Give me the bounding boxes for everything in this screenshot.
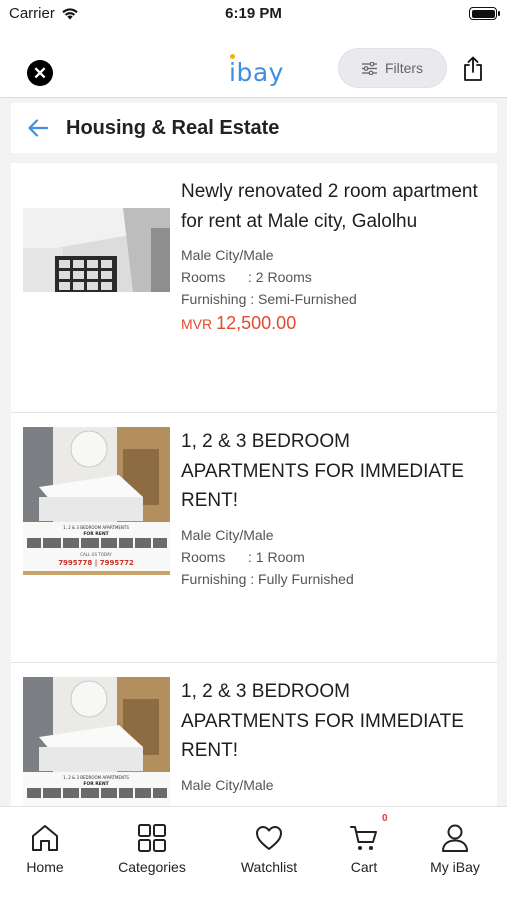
listing-card[interactable]: Newly renovated 2 room apartment for ren… — [11, 163, 497, 413]
rooms-value: : 2 Rooms — [248, 269, 312, 285]
tab-cart[interactable]: Cart — [319, 823, 409, 875]
listing-card[interactable]: 1, 2 & 3 BEDROOM APARTMENTS FOR RENT 1, … — [11, 663, 497, 806]
status-bar: Carrier 6:19 PM — [0, 0, 507, 30]
thumb-call: CALL US TODAY — [80, 552, 112, 557]
logo-text: ibay — [229, 58, 284, 87]
listing-location: Male City/Male — [181, 247, 274, 263]
grid-icon — [138, 824, 166, 852]
close-button[interactable]: ✕ — [27, 60, 53, 86]
listing-rooms: Rooms : 1 Room — [181, 546, 479, 568]
rooms-label: Rooms — [181, 269, 226, 285]
listing-rooms: Rooms : 2 Rooms — [181, 266, 479, 288]
listing-card[interactable]: 1, 2 & 3 BEDROOM APARTMENTS FOR RENT CAL… — [11, 413, 497, 663]
tab-categories-label: Categories — [118, 859, 186, 875]
close-circle-icon: ✕ — [32, 63, 48, 83]
tab-categories[interactable]: Categories — [107, 823, 197, 875]
listing-price: MVR 12,500.00 — [181, 313, 479, 334]
price-value: 12,500.00 — [216, 313, 297, 333]
clock: 6:19 PM — [225, 5, 282, 22]
tab-watchlist[interactable]: Watchlist — [224, 823, 314, 875]
listing-title: Newly renovated 2 room apartment for ren… — [181, 181, 478, 232]
listing-thumbnail — [23, 208, 170, 292]
category-header: Housing & Real Estate — [11, 103, 497, 153]
thumb-heading: 1, 2 & 3 BEDROOM APARTMENTS — [63, 775, 129, 780]
tab-watchlist-label: Watchlist — [240, 859, 298, 875]
listing-furnishing: Furnishing : Semi-Furnished — [181, 291, 357, 307]
listing-list: Newly renovated 2 room apartment for ren… — [11, 163, 497, 806]
thumb-subheading: FOR RENT — [83, 781, 109, 787]
cart-count-badge: 0 — [382, 813, 388, 824]
listing-info: Newly renovated 2 room apartment for ren… — [181, 177, 479, 334]
rooms-value: : 1 Room — [248, 548, 305, 565]
listing-thumbnail: 1, 2 & 3 BEDROOM APARTMENTS FOR RENT CAL… — [23, 427, 170, 575]
listing-title: 1, 2 & 3 BEDROOM APARTMENTS FOR IMMEDIAT… — [181, 431, 464, 511]
listing-location: Male City/Male — [181, 526, 274, 543]
thumb-heading: 1, 2 & 3 BEDROOM APARTMENTS — [63, 525, 129, 530]
thumb-phones: 7995778 | 7995772 — [58, 559, 134, 568]
tab-home-label: Home — [26, 859, 64, 875]
listing-info: 1, 2 & 3 BEDROOM APARTMENTS FOR IMMEDIAT… — [181, 677, 479, 796]
bottom-tab-bar: Home Categories Watchlist Cart 0 My iBay — [0, 806, 507, 900]
listing-furnishing: Furnishing : Fully Furnished — [181, 570, 354, 587]
listing-location: Male City/Male — [181, 776, 274, 793]
home-icon — [32, 825, 58, 851]
share-icon[interactable] — [462, 56, 484, 82]
filters-label: Filters — [384, 60, 424, 76]
cart-icon — [350, 826, 377, 850]
heart-icon — [256, 826, 282, 850]
listing-thumbnail: 1, 2 & 3 BEDROOM APARTMENTS FOR RENT — [23, 677, 170, 806]
ibay-logo: ibay — [229, 54, 284, 87]
top-nav: ✕ ibay Filters — [0, 30, 507, 98]
thumb-subheading: FOR RENT — [83, 531, 109, 537]
user-icon — [442, 824, 468, 852]
rooms-label: Rooms — [181, 548, 226, 565]
page-title: Housing & Real Estate — [66, 116, 280, 139]
price-currency: MVR — [181, 316, 213, 332]
battery-icon — [469, 7, 500, 20]
sliders-icon — [361, 61, 377, 75]
tab-home[interactable]: Home — [0, 823, 90, 875]
listing-info: 1, 2 & 3 BEDROOM APARTMENTS FOR IMMEDIAT… — [181, 427, 479, 590]
tab-cart-label: Cart — [350, 859, 378, 875]
listing-title: 1, 2 & 3 BEDROOM APARTMENTS FOR IMMEDIAT… — [181, 681, 464, 761]
filters-button[interactable]: Filters — [338, 48, 447, 88]
tab-my-ibay-label: My iBay — [430, 859, 480, 875]
logo-dot — [230, 54, 235, 59]
arrow-left-icon[interactable] — [27, 117, 49, 139]
tab-my-ibay[interactable]: My iBay — [410, 823, 500, 875]
